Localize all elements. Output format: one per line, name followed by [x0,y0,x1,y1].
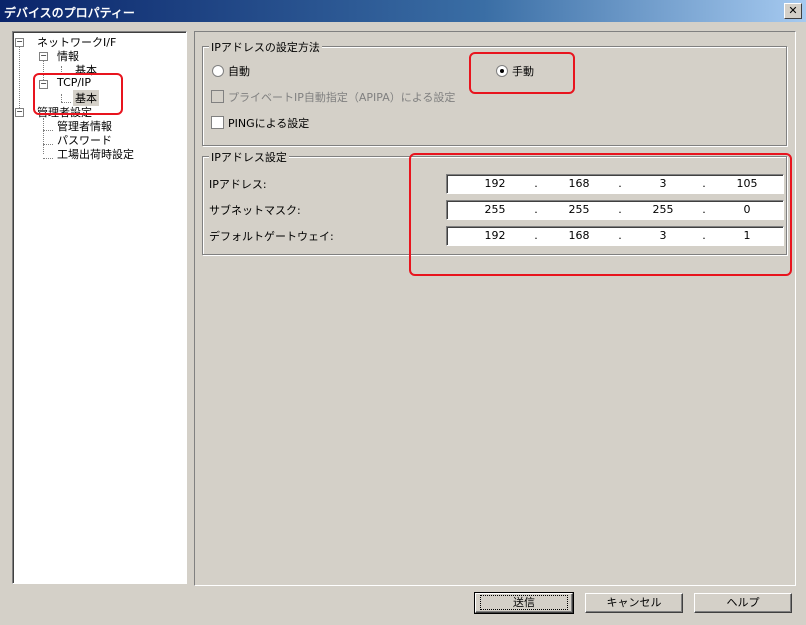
apipa-checkbox[interactable] [211,90,224,103]
send-button-label: 送信 [480,595,568,610]
tree-line [43,158,53,159]
close-button[interactable]: ✕ [784,3,802,19]
highlight-annotation [469,52,575,94]
highlight-annotation [409,153,792,276]
help-button[interactable]: ヘルプ [694,593,792,613]
ip-method-title: IPアドレスの設定方法 [209,39,322,55]
cancel-button[interactable]: キャンセル [585,593,683,613]
ip-settings-title: IPアドレス設定 [209,149,289,165]
ping-label[interactable]: PINGによる設定 [228,115,309,131]
help-button-label: ヘルプ [726,596,760,609]
auto-label[interactable]: 自動 [228,63,250,79]
close-icon: ✕ [788,4,798,17]
default-gateway-label: デフォルトゲートウェイ: [209,230,334,243]
collapse-icon[interactable]: − [15,108,24,117]
auto-radio[interactable] [212,65,224,77]
tree-item-factory-settings[interactable]: 工場出荷時設定 [57,146,134,162]
subnet-mask-label: サブネットマスク: [209,204,301,217]
ping-checkbox[interactable] [211,116,224,129]
collapse-icon[interactable]: − [39,52,48,61]
tree-line [43,130,53,131]
title-bar: デバイスのプロパティー ✕ [0,0,806,22]
window-title: デバイスのプロパティー [4,6,135,20]
tree-line [43,144,53,145]
tree-line [19,44,20,114]
cancel-button-label: キャンセル [606,596,662,609]
highlight-annotation [33,73,123,115]
ip-address-label: IPアドレス: [209,178,267,191]
send-button[interactable]: 送信 [474,592,574,614]
apipa-label: プライベートIP自動指定（APIPA）による設定 [228,91,456,104]
main-panel: IPアドレスの設定方法 自動 手動 プライベートIP自動指定（APIPA）による… [194,31,796,586]
collapse-icon[interactable]: − [15,38,24,47]
tree-line [43,118,44,154]
